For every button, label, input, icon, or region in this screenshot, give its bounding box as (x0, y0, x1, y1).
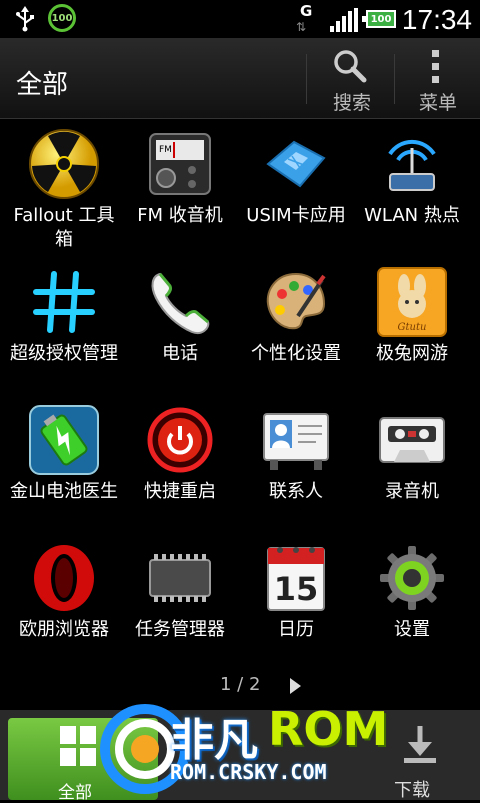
app-label: 超级授权管理 (10, 343, 118, 364)
search-button[interactable]: 搜索 (312, 42, 392, 116)
app-label: 极兔网游 (376, 343, 448, 364)
watermark: 非凡 ROM ROM.CRSKY.COM (100, 694, 430, 800)
app-opera[interactable]: 欧朋浏览器 (6, 534, 122, 672)
app-label: 个性化设置 (251, 343, 341, 364)
app-label: 设置 (394, 619, 430, 640)
battery-doctor-icon (29, 405, 99, 475)
contacts-icon (263, 413, 329, 470)
app-personalize[interactable]: 个性化设置 (238, 258, 354, 396)
app-label: 日历 (278, 619, 314, 640)
usb-icon (16, 6, 34, 32)
app-gtutu[interactable]: Gtutu 极兔网游 (354, 258, 470, 396)
status-bar: 100 G ⇅ 100 17:34 (0, 0, 480, 38)
watermark-url: ROM.CRSKY.COM (170, 760, 327, 784)
app-calendar[interactable]: 15 日历 (238, 534, 354, 672)
header: 全部 搜索 菜单 (0, 38, 480, 119)
app-label: 联系人 (269, 481, 323, 502)
grid-icon (60, 726, 96, 766)
app-fm-radio[interactable]: FM FM 收音机 (122, 120, 238, 258)
app-label: USIM卡应用 (246, 205, 346, 226)
next-page-arrow-icon[interactable] (290, 678, 301, 694)
menu-icon (432, 50, 439, 83)
rabbit-icon: Gtutu (377, 267, 447, 337)
wifi-hotspot-icon (388, 139, 436, 191)
app-label: WLAN 热点 (364, 205, 460, 226)
opera-icon (34, 545, 94, 611)
app-label: 欧朋浏览器 (19, 619, 109, 640)
calendar-icon: 15 (267, 547, 325, 611)
gear-icon (380, 546, 444, 610)
app-fallout[interactable]: Fallout 工具箱 (6, 120, 122, 258)
search-icon (334, 50, 367, 83)
calendar-icon-text: 15 (274, 570, 319, 608)
battery-ring-icon: 100 (48, 4, 76, 32)
app-label: FM 收音机 (137, 205, 223, 226)
app-label: 快捷重启 (144, 481, 216, 502)
network-indicator: G ⇅ (296, 2, 318, 36)
cassette-icon (379, 417, 445, 463)
clock: 17:34 (401, 4, 472, 35)
rabbit-icon-text: Gtutu (398, 322, 427, 333)
power-icon (147, 407, 213, 473)
divider (394, 54, 395, 104)
divider (306, 54, 307, 104)
network-type: G (300, 2, 313, 20)
app-label: 任务管理器 (135, 619, 225, 640)
app-recorder[interactable]: 录音机 (354, 396, 470, 534)
app-wlan-hotspot[interactable]: WLAN 热点 (354, 120, 470, 258)
menu-button[interactable]: 菜单 (398, 42, 478, 116)
chip-icon (149, 554, 211, 602)
radio-icon: FM (149, 133, 211, 195)
watermark-brand-en: ROM (268, 702, 389, 756)
app-contacts[interactable]: 联系人 (238, 396, 354, 534)
palette-icon (266, 272, 326, 330)
app-settings[interactable]: 设置 (354, 534, 470, 672)
data-arrows-icon: ⇅ (296, 20, 306, 34)
signal-icon (330, 8, 358, 32)
app-quick-reboot[interactable]: 快捷重启 (122, 396, 238, 534)
nuclear-icon (29, 129, 99, 199)
menu-label: 菜单 (418, 92, 457, 114)
app-superuser[interactable]: 超级授权管理 (6, 258, 122, 396)
app-label: Fallout 工具箱 (13, 205, 115, 250)
svg-text:FM: FM (159, 145, 172, 155)
page-number: 1 / 2 (220, 674, 261, 695)
battery-icon: 100 (362, 10, 396, 28)
app-battery-doctor[interactable]: 金山电池医生 (6, 396, 122, 534)
phone-icon (151, 272, 210, 334)
page-title: 全部 (16, 70, 69, 100)
app-label: 金山电池医生 (10, 481, 118, 502)
hash-icon (33, 271, 95, 333)
tab-all-label: 全部 (58, 783, 92, 803)
app-phone[interactable]: 电话 (122, 258, 238, 396)
sim-card-icon (266, 140, 326, 188)
app-label: 录音机 (385, 481, 439, 502)
app-label: 电话 (162, 343, 198, 364)
app-task-manager[interactable]: 任务管理器 (122, 534, 238, 672)
search-label: 搜索 (332, 92, 371, 114)
app-usim[interactable]: USIM卡应用 (238, 120, 354, 258)
watermark-brand-cn: 非凡 (170, 715, 258, 766)
